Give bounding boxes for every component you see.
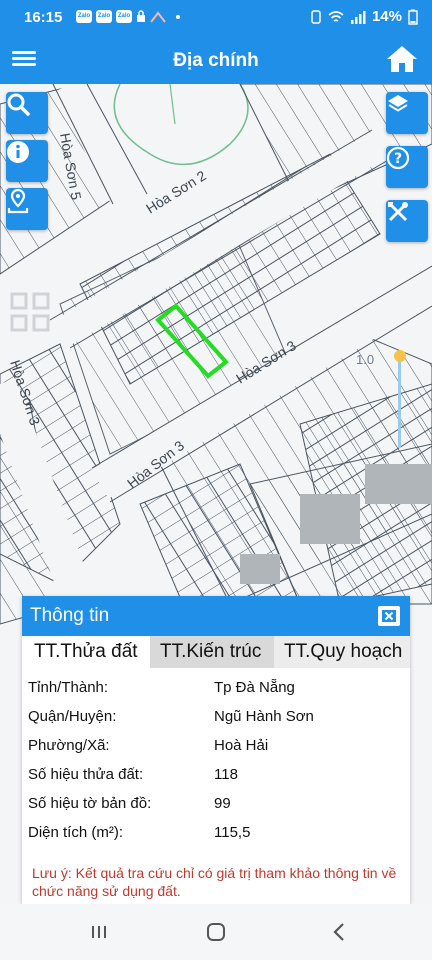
page-title: Địa chính	[173, 50, 259, 71]
info-panel-header: Thông tin	[22, 596, 410, 636]
battery-percent: 14%	[371, 8, 402, 25]
tab-thua-dat[interactable]: TT.Thửa đất	[22, 636, 150, 668]
info-row: Tỉnh/Thành: Tp Đà Nẵng	[22, 674, 410, 703]
disclaimer-note: Lưu ý: Kết quả tra cứu chỉ có giá trị th…	[32, 865, 397, 899]
info-label: Số hiệu thửa đất:	[28, 766, 144, 783]
search-button[interactable]	[6, 92, 48, 134]
zalo-notification-icon: Zalo	[96, 10, 112, 23]
info-tabs: TT.Thửa đất TT.Kiến trúc TT.Quy hoạch	[22, 636, 410, 668]
info-value: 115,5	[214, 824, 251, 841]
more-notifications-dot	[176, 14, 180, 19]
alarm-icon	[311, 9, 321, 24]
location-pin-icon	[7, 188, 29, 214]
layers-icon	[388, 95, 408, 112]
app-notification-icon	[150, 10, 166, 23]
close-icon	[382, 610, 396, 622]
wifi-icon	[328, 10, 344, 22]
status-time: 16:15	[24, 9, 63, 26]
info-value: Tp Đà Nẵng	[214, 679, 295, 696]
info-label: Quận/Huyện:	[28, 708, 117, 725]
tab-quy-hoach[interactable]: TT.Quy hoạch	[274, 636, 410, 668]
tools-icon	[388, 202, 408, 222]
recent-apps-icon[interactable]	[84, 920, 114, 944]
close-panel-button[interactable]	[378, 606, 400, 626]
info-value: Hoà Hải	[214, 737, 269, 754]
zoom-slider-handle[interactable]	[394, 350, 406, 362]
info-value: 99	[214, 795, 231, 812]
app-header: Địa chính	[0, 36, 432, 84]
info-row: Số hiệu tờ bản đồ: 99	[22, 790, 410, 819]
info-panel-title: Thông tin	[30, 605, 110, 626]
status-bar: 16:15 Zalo Zalo Zalo 14%	[0, 0, 432, 36]
location-button[interactable]	[6, 188, 48, 230]
building	[300, 494, 360, 544]
tab-kien-truc[interactable]: TT.Kiến trúc	[150, 636, 274, 668]
info-icon	[7, 141, 29, 163]
help-button[interactable]: ?	[386, 146, 428, 188]
zalo-notification-icon: Zalo	[76, 10, 92, 23]
layers-button[interactable]	[386, 92, 428, 134]
back-icon[interactable]	[324, 920, 354, 944]
search-icon	[7, 93, 30, 116]
building	[365, 464, 432, 504]
info-label: Tỉnh/Thành:	[28, 679, 109, 696]
parcel-info-rows: Tỉnh/Thành: Tp Đà Nẵng Quận/Huyện: Ngũ H…	[22, 668, 410, 848]
info-value: Ngũ Hành Sơn	[214, 708, 314, 725]
map-watermark	[10, 292, 50, 332]
info-button[interactable]	[6, 140, 48, 182]
info-row: Phường/Xã: Hoà Hải	[22, 732, 410, 761]
system-nav-bar	[0, 904, 432, 960]
zalo-notification-icon: Zalo	[116, 10, 132, 23]
zoom-level-label: 1.0	[356, 352, 375, 367]
status-right: 14%	[310, 8, 418, 25]
lock-notification-icon	[137, 10, 145, 22]
info-row: Số hiệu thửa đất: 118	[22, 761, 410, 790]
street-label: Hòa Sơn 2	[143, 167, 209, 216]
help-icon: ?	[386, 146, 410, 170]
info-value: 118	[214, 766, 238, 783]
info-panel: Thông tin TT.Thửa đất TT.Kiến trúc TT.Qu…	[22, 596, 410, 904]
notification-icons: Zalo Zalo Zalo	[76, 10, 180, 23]
info-label: Phường/Xã:	[28, 737, 110, 754]
building	[240, 554, 280, 584]
info-label: Số hiệu tờ bản đồ:	[28, 795, 152, 812]
home-nav-icon[interactable]	[201, 920, 231, 944]
home-icon[interactable]	[386, 44, 418, 74]
battery-icon	[408, 9, 418, 25]
tools-button[interactable]	[386, 200, 428, 242]
info-row: Diện tích (m²): 115,5	[22, 819, 410, 848]
info-label: Diện tích (m²):	[28, 824, 124, 841]
info-row: Quận/Huyện: Ngũ Hành Sơn	[22, 703, 410, 732]
park-boundary	[113, 84, 249, 166]
signal-icon	[350, 10, 366, 24]
zoom-slider-track[interactable]	[398, 356, 401, 448]
svg-text:?: ?	[394, 151, 402, 167]
